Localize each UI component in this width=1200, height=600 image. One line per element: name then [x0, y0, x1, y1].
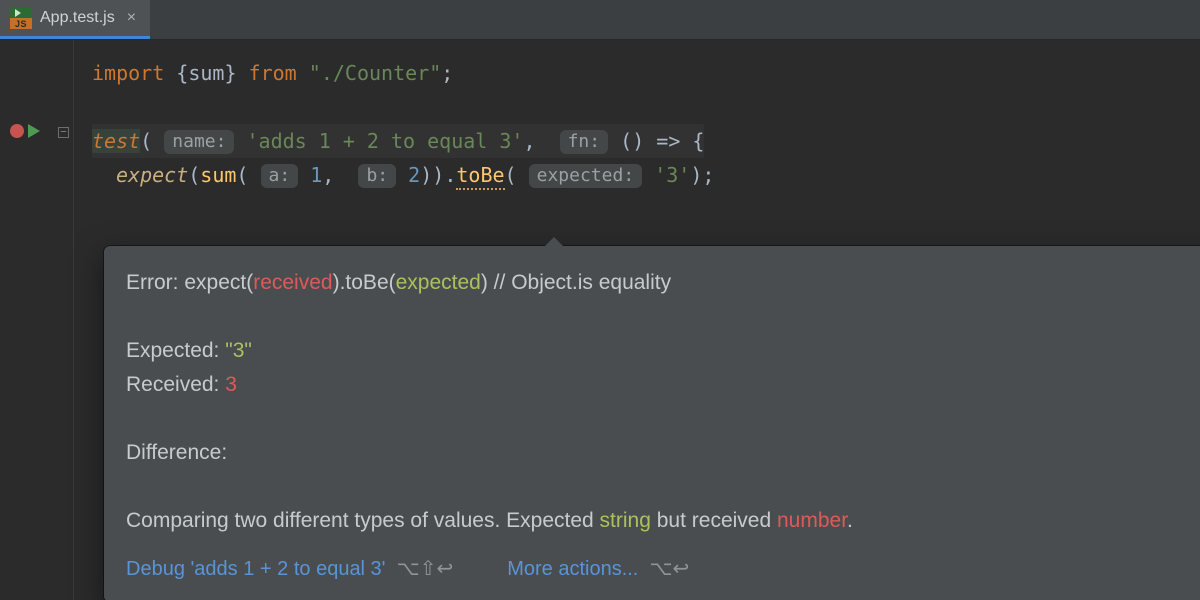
- breakpoint-icon[interactable]: [10, 124, 24, 138]
- tooltip-line: Expected: "3": [126, 334, 1200, 368]
- code-line: expect(sum( a: 1, b: 2)).toBe( expected:…: [92, 158, 1200, 192]
- tooltip-blank: [126, 470, 1200, 504]
- tab-bar: JS App.test.js ×: [0, 0, 1200, 40]
- error-tooltip: Error: expect(received).toBe(expected) /…: [104, 246, 1200, 600]
- debug-shortcut: ⌥⇧↩: [397, 558, 454, 580]
- code-line: import {sum} from "./Counter";: [92, 56, 1200, 90]
- tooltip-arrow-icon: [544, 237, 564, 247]
- tooltip-line: Difference:: [126, 436, 1200, 470]
- tooltip-line: Received: 3: [126, 368, 1200, 402]
- fold-icon[interactable]: −: [58, 127, 69, 138]
- run-test-icon[interactable]: [28, 124, 40, 138]
- close-icon[interactable]: ×: [127, 9, 136, 27]
- editor-gutter: −: [0, 40, 74, 600]
- tooltip-blank: [126, 300, 1200, 334]
- code-area[interactable]: import {sum} from "./Counter"; test( nam…: [74, 40, 1200, 600]
- more-actions-shortcut: ⌥↩: [650, 558, 690, 580]
- tooltip-blank: [126, 402, 1200, 436]
- tooltip-actions: Debug 'adds 1 + 2 to equal 3' ⌥⇧↩ More a…: [126, 552, 1200, 586]
- tooltip-line: Comparing two different types of values.…: [126, 504, 1200, 538]
- tab-app-test-js[interactable]: JS App.test.js ×: [0, 0, 150, 39]
- js-test-file-icon: JS: [10, 7, 32, 29]
- code-editor[interactable]: − import {sum} from "./Counter"; test( n…: [0, 40, 1200, 600]
- code-line: test( name: 'adds 1 + 2 to equal 3', fn:…: [92, 124, 1200, 158]
- tooltip-line: Error: expect(received).toBe(expected) /…: [126, 266, 1200, 300]
- more-actions-link[interactable]: More actions...: [507, 558, 638, 580]
- tab-filename: App.test.js: [40, 9, 115, 27]
- code-line-blank: [92, 90, 1200, 124]
- debug-action-link[interactable]: Debug 'adds 1 + 2 to equal 3': [126, 558, 386, 580]
